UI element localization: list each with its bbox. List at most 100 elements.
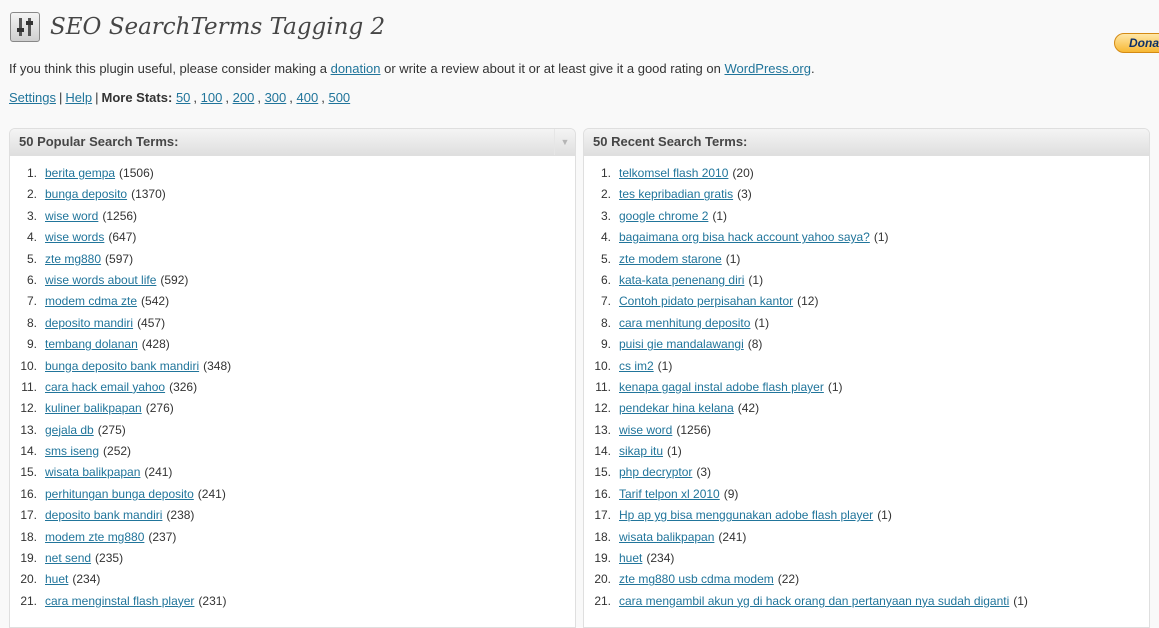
search-term-link[interactable]: tes kepribadian gratis <box>619 184 733 205</box>
search-term-link[interactable]: zte modem starone <box>619 249 722 270</box>
search-term-link[interactable]: wise words about life <box>45 270 156 291</box>
list-item: 7. modem cdma zte (542) <box>10 291 575 312</box>
search-term-link[interactable]: zte mg880 usb cdma modem <box>619 569 774 590</box>
search-term-link[interactable]: deposito mandiri <box>45 313 133 334</box>
list-item: 16. Tarif telpon xl 2010 (9) <box>584 484 1149 505</box>
recent-terms-list: 1. telkomsel flash 2010 (20) 2. tes kepribad… <box>584 163 1149 612</box>
search-count: (457) <box>137 315 166 330</box>
item-number: 2. <box>26 187 37 202</box>
list-item: 3. google chrome 2 (1) <box>584 206 1149 227</box>
search-count: (647) <box>108 230 137 245</box>
search-term-link[interactable]: gejala db <box>45 420 94 441</box>
wordpress-org-link[interactable]: WordPress.org <box>724 61 810 76</box>
item-number: 19. <box>20 551 37 566</box>
list-item: 5. zte mg880 (597) <box>10 249 575 270</box>
page-header: SEO SearchTerms Tagging 2 <box>10 10 385 44</box>
search-term-link[interactable]: wise words <box>45 227 104 248</box>
search-term-link[interactable]: sikap itu <box>619 441 663 462</box>
stats-50-link[interactable]: 50 <box>176 90 190 105</box>
search-term-link[interactable]: cara menginstal flash player <box>45 591 194 612</box>
search-term-link[interactable]: zte mg880 <box>45 249 101 270</box>
list-item: 6. wise words about life (592) <box>10 270 575 291</box>
item-number: 9. <box>26 337 37 352</box>
search-term-link[interactable]: tembang dolanan <box>45 334 138 355</box>
stats-500-link[interactable]: 500 <box>328 90 350 105</box>
search-term-link[interactable]: wise word <box>619 420 672 441</box>
search-count: (241) <box>718 529 747 544</box>
search-term-link[interactable]: cara menhitung deposito <box>619 313 750 334</box>
item-number: 4. <box>600 230 611 245</box>
item-number: 3. <box>26 208 37 223</box>
search-term-link[interactable]: huet <box>45 569 68 590</box>
stats-100-link[interactable]: 100 <box>201 90 223 105</box>
search-term-link[interactable]: cara hack email yahoo <box>45 377 165 398</box>
search-term-link[interactable]: wisata balikpapan <box>619 527 714 548</box>
search-term-link[interactable]: google chrome 2 <box>619 206 708 227</box>
search-term-link[interactable]: wise word <box>45 206 98 227</box>
item-number: 20. <box>594 572 611 587</box>
list-item: 6. kata-kata penenang diri (1) <box>584 270 1149 291</box>
search-term-link[interactable]: Hp ap yg bisa menggunakan adobe flash pl… <box>619 505 873 526</box>
intro-middle: or write a review about it or at least g… <box>384 61 721 76</box>
list-item: 10. cs im2 (1) <box>584 356 1149 377</box>
search-term-link[interactable]: bunga deposito <box>45 184 127 205</box>
search-term-link[interactable]: deposito bank mandiri <box>45 505 162 526</box>
search-term-link[interactable]: berita gempa <box>45 163 115 184</box>
list-item: 11. cara hack email yahoo (326) <box>10 377 575 398</box>
search-term-link[interactable]: php decryptor <box>619 462 692 483</box>
search-count: (1) <box>748 272 764 287</box>
search-term-link[interactable]: cara mengambil akun yg di hack orang dan… <box>619 591 1009 612</box>
item-number: 18. <box>594 529 611 544</box>
item-number: 8. <box>26 315 37 330</box>
search-term-link[interactable]: huet <box>619 548 642 569</box>
search-term-link[interactable]: telkomsel flash 2010 <box>619 163 728 184</box>
search-term-link[interactable]: Contoh pidato perpisahan kantor <box>619 291 793 312</box>
stats-400-link[interactable]: 400 <box>297 90 319 105</box>
search-term-link[interactable]: sms iseng <box>45 441 99 462</box>
item-number: 13. <box>20 422 37 437</box>
list-item: 19. net send (235) <box>10 548 575 569</box>
donate-button[interactable]: Dona <box>1114 33 1159 53</box>
search-term-link[interactable]: bunga deposito bank mandiri <box>45 356 199 377</box>
search-count: (234) <box>646 551 675 566</box>
help-link[interactable]: Help <box>65 90 92 105</box>
search-term-link[interactable]: bagaimana org bisa hack account yahoo sa… <box>619 227 870 248</box>
list-item: 15. wisata balikpapan (241) <box>10 462 575 483</box>
search-count: (238) <box>166 508 195 523</box>
search-term-link[interactable]: kuliner balikpapan <box>45 398 142 419</box>
search-term-link[interactable]: modem cdma zte <box>45 291 137 312</box>
search-count: (22) <box>777 572 800 587</box>
item-number: 21. <box>594 593 611 608</box>
item-number: 5. <box>600 251 611 266</box>
search-term-link[interactable]: wisata balikpapan <box>45 462 140 483</box>
search-count: (234) <box>72 572 101 587</box>
popular-terms-header[interactable]: 50 Popular Search Terms: ▼ <box>10 129 575 156</box>
search-count: (275) <box>97 422 126 437</box>
list-item: 18. wisata balikpapan (241) <box>584 527 1149 548</box>
search-term-link[interactable]: kenapa gagal instal adobe flash player <box>619 377 824 398</box>
item-number: 19. <box>594 551 611 566</box>
plugin-settings-icon <box>10 12 40 42</box>
stats-300-link[interactable]: 300 <box>265 90 287 105</box>
more-stats-label: More Stats: <box>101 90 173 105</box>
search-term-link[interactable]: perhitungan bunga deposito <box>45 484 194 505</box>
search-term-link[interactable]: cs im2 <box>619 356 654 377</box>
list-item: 1. berita gempa (1506) <box>10 163 575 184</box>
search-term-link[interactable]: net send <box>45 548 91 569</box>
search-term-link[interactable]: modem zte mg880 <box>45 527 144 548</box>
search-term-link[interactable]: kata-kata penenang diri <box>619 270 744 291</box>
list-item: 9. tembang dolanan (428) <box>10 334 575 355</box>
panel-toggle-icon[interactable]: ▼ <box>554 129 575 155</box>
search-count: (592) <box>160 272 189 287</box>
settings-link[interactable]: Settings <box>9 90 56 105</box>
search-count: (428) <box>141 337 170 352</box>
list-item: 17. deposito bank mandiri (238) <box>10 505 575 526</box>
search-term-link[interactable]: pendekar hina kelana <box>619 398 734 419</box>
recent-terms-header[interactable]: 50 Recent Search Terms: <box>584 129 1149 156</box>
donation-link[interactable]: donation <box>331 61 381 76</box>
stats-200-link[interactable]: 200 <box>233 90 255 105</box>
search-term-link[interactable]: puisi gie mandalawangi <box>619 334 744 355</box>
list-item: 4. wise words (647) <box>10 227 575 248</box>
search-term-link[interactable]: Tarif telpon xl 2010 <box>619 484 720 505</box>
list-item: 9. puisi gie mandalawangi (8) <box>584 334 1149 355</box>
